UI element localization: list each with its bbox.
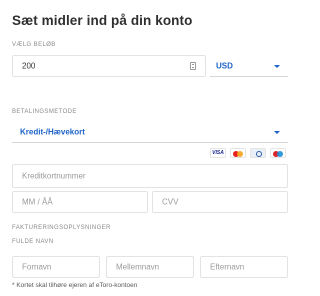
middle-name-input[interactable]: Mellemnavn — [106, 256, 194, 278]
currency-value: USD — [216, 61, 233, 70]
first-name-placeholder: Fornavn — [22, 262, 52, 272]
payment-method-select[interactable]: Kredit-/Hævekort — [12, 121, 288, 143]
cvv-placeholder: CVV — [162, 197, 179, 207]
chevron-down-icon — [274, 130, 280, 134]
visa-icon — [210, 148, 226, 158]
card-owner-note: * Kortet skal tilhøre ejeren af eToro-ko… — [12, 282, 138, 289]
payment-method-value: Kredit-/Hævekort — [20, 127, 85, 136]
amount-value: 200 — [22, 61, 36, 71]
billing-section-label: FAKTURERINGSOPLYSNINGER — [12, 225, 111, 231]
maestro-icon — [270, 148, 286, 158]
expiry-input[interactable]: MM / ÅÅ — [12, 191, 148, 213]
middle-name-placeholder: Mellemnavn — [116, 262, 160, 272]
full-name-label: FULDE NAVN — [12, 239, 54, 245]
page-title: Sæt midler ind på din konto — [12, 13, 193, 28]
last-name-placeholder: Efternavn — [210, 262, 245, 272]
cvv-input[interactable]: CVV — [152, 191, 288, 213]
last-name-input[interactable]: Efternavn — [200, 256, 288, 278]
chevron-down-icon — [274, 64, 280, 68]
card-number-input[interactable]: Kreditkortnummer — [12, 164, 288, 188]
mastercard-icon — [230, 148, 246, 158]
expiry-placeholder: MM / ÅÅ — [22, 197, 53, 207]
first-name-input[interactable]: Fornavn — [12, 256, 100, 278]
currency-select[interactable]: USD — [210, 55, 288, 77]
diners-club-icon — [250, 148, 266, 158]
card-number-placeholder: Kreditkortnummer — [22, 171, 86, 181]
amount-section-label: VÆLG BELØB — [12, 42, 56, 48]
amount-input[interactable]: 200 — [12, 55, 206, 77]
calculator-icon[interactable] — [190, 62, 196, 70]
card-brand-logos — [210, 148, 286, 158]
payment-section-label: BETALINGSMETODE — [12, 109, 77, 115]
